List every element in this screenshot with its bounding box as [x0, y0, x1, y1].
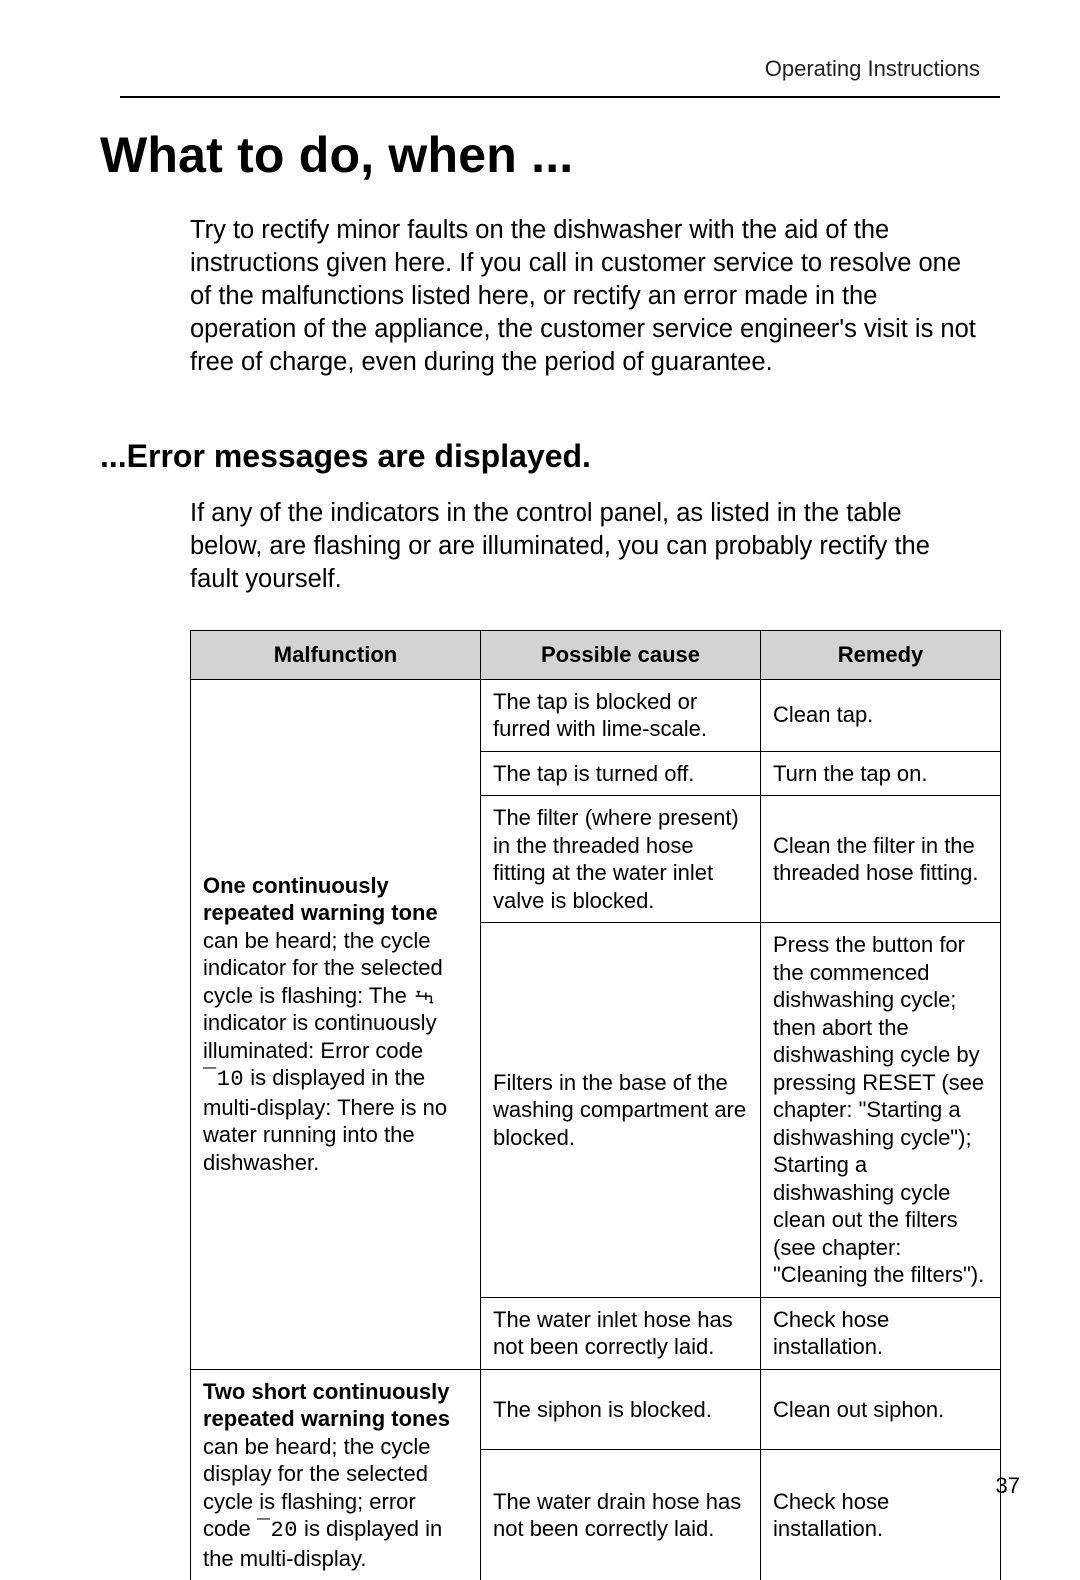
- intro-paragraph: Try to rectify minor faults on the dishw…: [190, 214, 980, 378]
- table-row: One continuously repeated warning tone c…: [191, 679, 1001, 751]
- cause-cell: The siphon is blocked.: [481, 1369, 761, 1450]
- remedy-cell: Press the button for the commenced dishw…: [761, 923, 1001, 1298]
- malfunction-text: indicator is continuously illuminated: E…: [203, 1010, 437, 1063]
- header-rule: [120, 96, 1000, 98]
- table-row: Two short continuously repeated warning …: [191, 1369, 1001, 1450]
- malfunction-cell-1: One continuously repeated warning tone c…: [191, 679, 481, 1369]
- page-number: 37: [996, 1473, 1020, 1499]
- cause-cell: The water drain hose has not been correc…: [481, 1450, 761, 1580]
- error-code: ¯10: [203, 1067, 244, 1092]
- table-header-row: Malfunction Possible cause Remedy: [191, 631, 1001, 680]
- troubleshooting-table: Malfunction Possible cause Remedy One co…: [190, 630, 1001, 1580]
- remedy-cell: Check hose installation.: [761, 1450, 1001, 1580]
- section-intro-paragraph: If any of the indicators in the control …: [190, 497, 980, 596]
- col-header-cause: Possible cause: [481, 631, 761, 680]
- tap-icon: [413, 984, 435, 1002]
- section-heading: ...Error messages are displayed.: [100, 438, 1000, 475]
- remedy-cell: Turn the tap on.: [761, 751, 1001, 796]
- header-section-label: Operating Instructions: [120, 56, 1000, 82]
- cause-cell: The tap is blocked or furred with lime-s…: [481, 679, 761, 751]
- remedy-cell: Clean out siphon.: [761, 1369, 1001, 1450]
- malfunction-text: can be heard; the cycle indicator for th…: [203, 928, 443, 1008]
- cause-cell: The water inlet hose has not been correc…: [481, 1297, 761, 1369]
- malfunction-cell-2: Two short continuously repeated warning …: [191, 1369, 481, 1580]
- cause-cell: The filter (where present) in the thread…: [481, 796, 761, 923]
- cause-cell: Filters in the base of the washing compa…: [481, 923, 761, 1298]
- col-header-malfunction: Malfunction: [191, 631, 481, 680]
- manual-page: Operating Instructions What to do, when …: [0, 0, 1080, 1529]
- cause-cell: The tap is turned off.: [481, 751, 761, 796]
- malfunction-bold: One continuously repeated warning tone: [203, 873, 438, 926]
- remedy-cell: Clean tap.: [761, 679, 1001, 751]
- remedy-cell: Clean the filter in the threaded hose fi…: [761, 796, 1001, 923]
- col-header-remedy: Remedy: [761, 631, 1001, 680]
- remedy-cell: Check hose installation.: [761, 1297, 1001, 1369]
- page-title: What to do, when ...: [100, 126, 1000, 184]
- error-code: ¯20: [257, 1518, 298, 1543]
- malfunction-bold: Two short continuously repeated warning …: [203, 1379, 450, 1432]
